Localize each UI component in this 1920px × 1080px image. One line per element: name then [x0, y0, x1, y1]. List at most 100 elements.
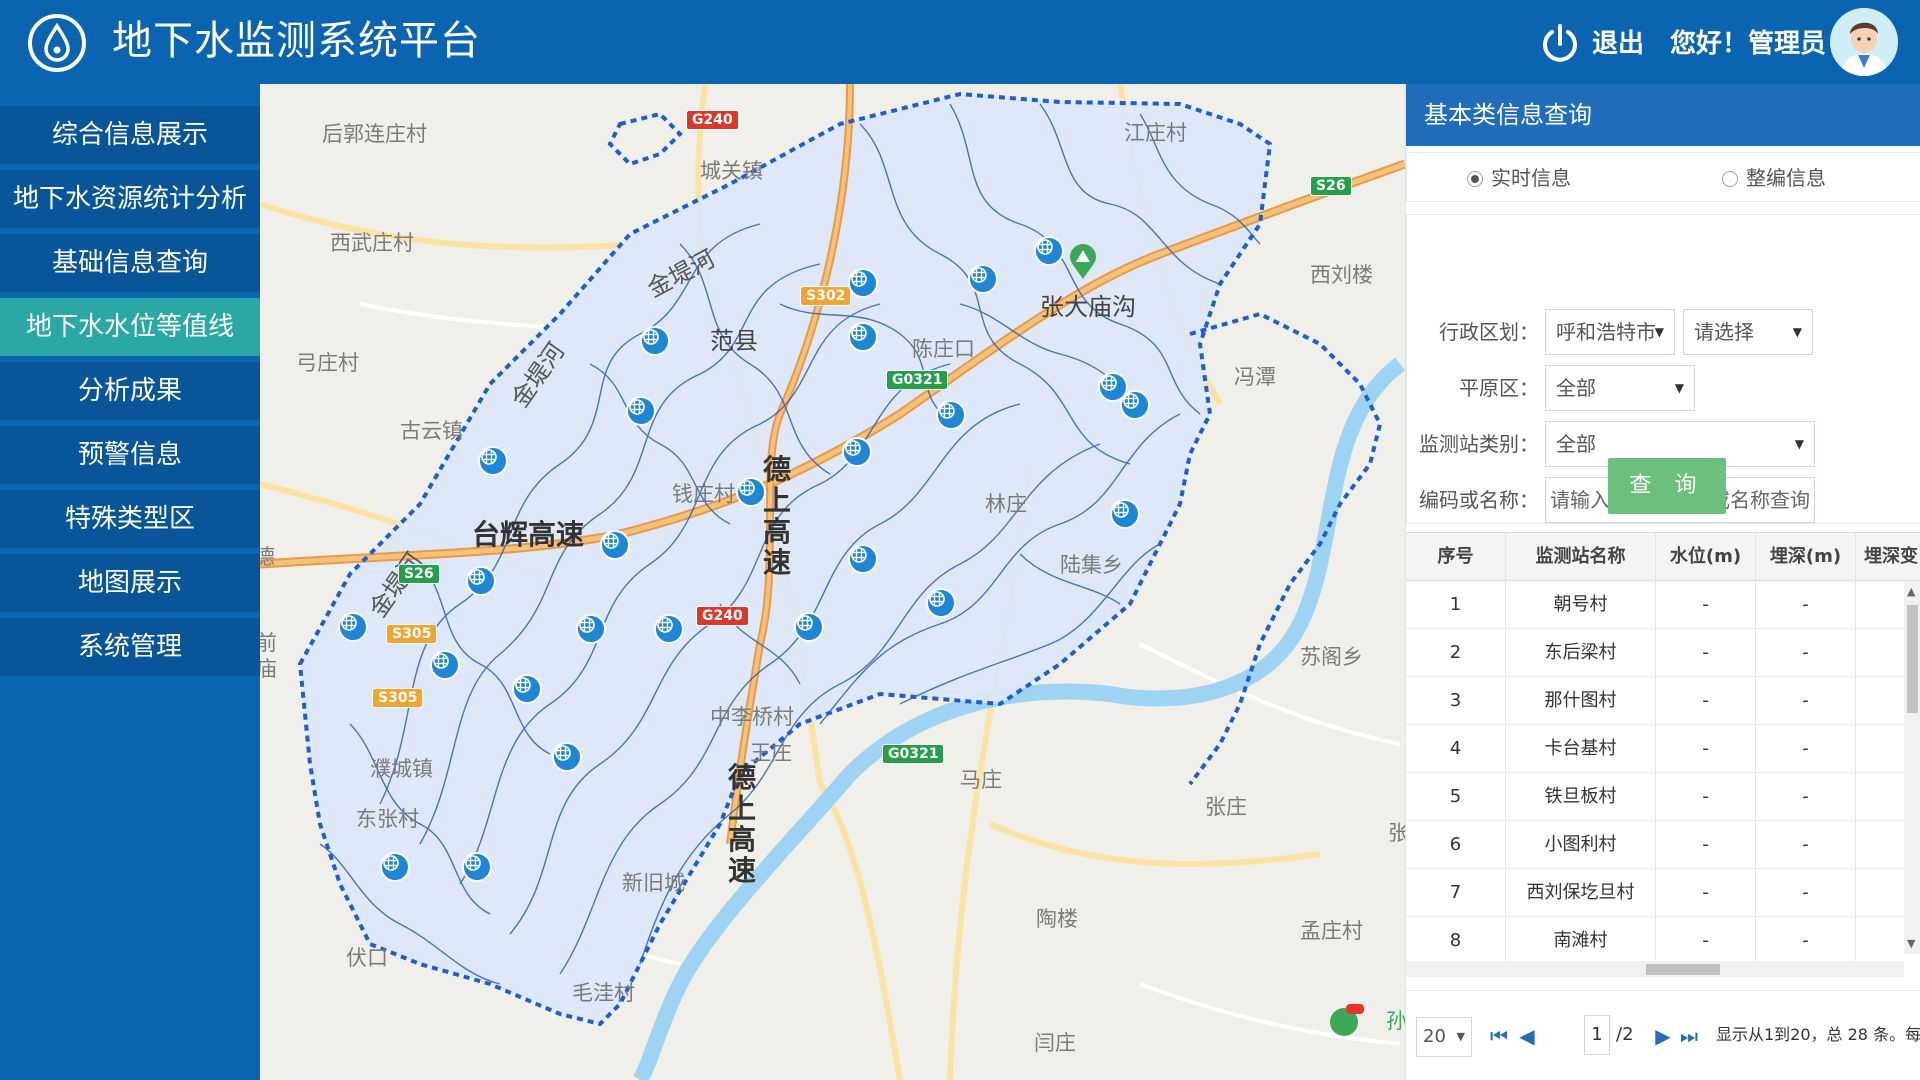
- contour-map[interactable]: 后郭连庄村 城关镇 西武庄村 弓庄村 古云镇 范县 陈庄口 钱庄村 林庄 陆集乡…: [260, 84, 1405, 1080]
- category-label: 监测站类别：: [1419, 432, 1539, 456]
- page-size-value: 20: [1423, 1026, 1446, 1047]
- monitoring-well-icon[interactable]: [552, 742, 582, 772]
- vertical-scrollbar[interactable]: ▲ ▼: [1904, 581, 1920, 954]
- first-page-icon[interactable]: ⏮: [1488, 1021, 1510, 1051]
- info-type-radio-group: 实时信息 整编信息: [1406, 152, 1920, 202]
- sidebar-item-special-zones[interactable]: 特殊类型区: [0, 490, 260, 548]
- column-header[interactable]: 埋深变: [1856, 533, 1920, 581]
- monitoring-well-icon[interactable]: [640, 326, 670, 356]
- place-label: 孟庄村: [1300, 919, 1363, 943]
- table-row[interactable]: 5 铁旦板村 - -: [1406, 773, 1904, 821]
- top-header: 地下水监测系统平台 退出 您好！管理员: [0, 0, 1920, 84]
- table-cell: 铁旦板村: [1506, 773, 1656, 821]
- monitoring-well-icon[interactable]: [1120, 390, 1150, 420]
- monitoring-well-icon[interactable]: [842, 437, 872, 467]
- sidebar-item-basic-query[interactable]: 基础信息查询: [0, 234, 260, 292]
- table-row[interactable]: 3 那什图村 - -: [1406, 677, 1904, 725]
- monitoring-well-icon[interactable]: [848, 322, 878, 352]
- monitoring-well-icon[interactable]: [1034, 236, 1064, 266]
- place-label: 范县: [710, 327, 758, 355]
- place-label: 马庄: [960, 768, 1002, 792]
- table-row[interactable]: 7 西刘保圪旦村 - -: [1406, 869, 1904, 917]
- column-header[interactable]: 水位(m): [1656, 533, 1756, 581]
- table-row[interactable]: 4 卡台基村 - -: [1406, 725, 1904, 773]
- park-marker-icon[interactable]: [1068, 244, 1098, 280]
- horizontal-scrollbar[interactable]: [1406, 961, 1904, 977]
- monitoring-well-icon[interactable]: [794, 612, 824, 642]
- table-cell: [1856, 725, 1904, 773]
- prev-page-icon[interactable]: ◀: [1516, 1021, 1538, 1051]
- region-label: 行政区划：: [1439, 320, 1539, 344]
- place-label: 冯潭: [1234, 365, 1276, 389]
- radio-realtime[interactable]: 实时信息: [1467, 167, 1571, 189]
- monitoring-well-icon[interactable]: [430, 650, 460, 680]
- sidebar-item-analysis-results[interactable]: 分析成果: [0, 362, 260, 420]
- table-cell: -: [1656, 725, 1756, 773]
- avatar[interactable]: [1830, 8, 1898, 76]
- query-button[interactable]: 查 询: [1608, 458, 1726, 514]
- table-cell: -: [1656, 869, 1756, 917]
- dropdown-arrow-icon: ▼: [1654, 325, 1664, 339]
- table-cell: -: [1756, 629, 1856, 677]
- scrollbar-thumb[interactable]: [1646, 964, 1720, 975]
- water-drop-logo-icon: [26, 12, 88, 74]
- page-size-select[interactable]: 20 ▼: [1416, 1017, 1472, 1057]
- table-cell: 东后梁村: [1506, 629, 1656, 677]
- scroll-up-icon[interactable]: ▲: [1907, 585, 1915, 598]
- place-label: 古云镇: [400, 419, 463, 443]
- hot-poi-icon[interactable]: [1328, 1002, 1364, 1038]
- monitoring-well-icon[interactable]: [600, 530, 630, 560]
- table-cell: 西刘保圪旦村: [1506, 869, 1656, 917]
- sidebar-item-water-level-contour[interactable]: 地下水水位等值线: [0, 298, 260, 356]
- highway-label: 德上高速: [727, 761, 756, 887]
- monitoring-well-icon[interactable]: [926, 588, 956, 618]
- radio-unchecked-icon: [1722, 171, 1738, 187]
- monitoring-well-icon[interactable]: [736, 477, 766, 507]
- road-shield: S26: [398, 564, 440, 584]
- monitoring-well-icon[interactable]: [1110, 499, 1140, 529]
- power-icon[interactable]: [1540, 22, 1580, 66]
- last-page-icon[interactable]: ⏭: [1678, 1021, 1700, 1051]
- radio-compiled[interactable]: 整编信息: [1722, 167, 1826, 189]
- region-select[interactable]: 呼和浩特市 ▼: [1545, 309, 1675, 355]
- place-label: 林庄: [985, 492, 1027, 516]
- monitoring-well-icon[interactable]: [478, 446, 508, 476]
- monitoring-well-icon[interactable]: [462, 852, 492, 882]
- sidebar-item-overview[interactable]: 综合信息展示: [0, 106, 260, 164]
- scrollbar-thumb[interactable]: [1907, 605, 1918, 713]
- table-cell: -: [1656, 821, 1756, 869]
- monitoring-well-icon[interactable]: [848, 544, 878, 574]
- monitoring-well-icon[interactable]: [654, 614, 684, 644]
- region-sub-select[interactable]: 请选择 ▼: [1683, 309, 1813, 355]
- column-header[interactable]: 序号: [1406, 533, 1506, 581]
- sidebar-item-system-admin[interactable]: 系统管理: [0, 618, 260, 676]
- scroll-down-icon[interactable]: ▼: [1907, 937, 1915, 950]
- logout-button[interactable]: 退出: [1592, 26, 1644, 62]
- monitoring-well-icon[interactable]: [338, 612, 368, 642]
- monitoring-well-icon[interactable]: [512, 674, 542, 704]
- dropdown-arrow-icon: ▼: [1794, 437, 1804, 451]
- table-row[interactable]: 6 小图利村 - -: [1406, 821, 1904, 869]
- next-page-icon[interactable]: ▶: [1652, 1021, 1674, 1051]
- column-header[interactable]: 监测站名称: [1506, 533, 1656, 581]
- sidebar: 综合信息展示 地下水资源统计分析 基础信息查询 地下水水位等值线 分析成果 预警…: [0, 84, 260, 1080]
- place-label: 陶楼: [1036, 907, 1078, 931]
- monitoring-well-icon[interactable]: [968, 264, 998, 294]
- place-label: 陈庄口: [912, 337, 975, 361]
- table-row[interactable]: 1 朝号村 - -: [1406, 581, 1904, 629]
- monitoring-well-icon[interactable]: [576, 614, 606, 644]
- sidebar-item-map-display[interactable]: 地图展示: [0, 554, 260, 612]
- monitoring-well-icon[interactable]: [626, 396, 656, 426]
- table-row[interactable]: 8 南滩村 - -: [1406, 917, 1904, 965]
- sidebar-item-resource-stats[interactable]: 地下水资源统计分析: [0, 170, 260, 228]
- plain-label: 平原区：: [1459, 376, 1539, 400]
- table-row[interactable]: 2 东后梁村 - -: [1406, 629, 1904, 677]
- sidebar-item-warnings[interactable]: 预警信息: [0, 426, 260, 484]
- monitoring-well-icon[interactable]: [848, 268, 878, 298]
- monitoring-well-icon[interactable]: [936, 400, 966, 430]
- monitoring-well-icon[interactable]: [380, 852, 410, 882]
- current-page-input[interactable]: 1: [1584, 1015, 1610, 1055]
- column-header[interactable]: 埋深(m): [1756, 533, 1856, 581]
- plain-select[interactable]: 全部 ▼: [1545, 365, 1695, 411]
- monitoring-well-icon[interactable]: [466, 566, 496, 596]
